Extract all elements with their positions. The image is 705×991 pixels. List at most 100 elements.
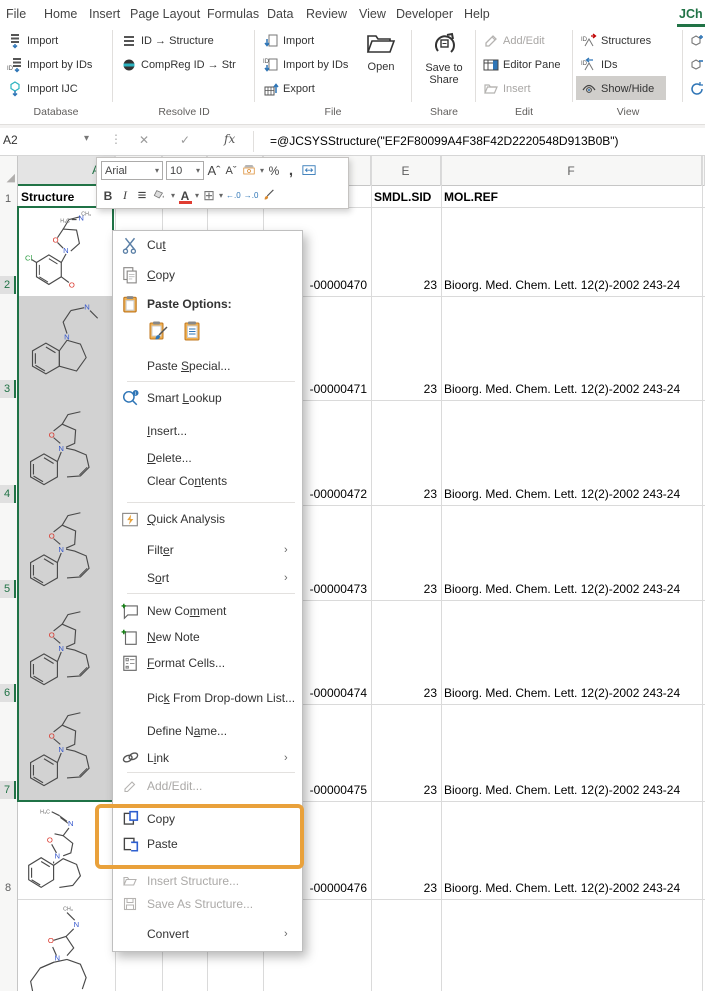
tab-page-layout[interactable]: Page Layout	[130, 4, 200, 24]
row-header-1[interactable]: 1	[0, 190, 16, 208]
menu-item-insert[interactable]: Insert...	[113, 418, 302, 444]
show-hide-button[interactable]: Show/Hide	[580, 79, 654, 99]
accounting-format-button[interactable]	[241, 161, 257, 180]
caret-down-icon[interactable]: ▾	[260, 166, 264, 175]
menu-item-convert[interactable]: Convert›	[113, 921, 302, 947]
menu-item-filter[interactable]: Filter›	[113, 537, 302, 563]
import-by-ids-button[interactable]: IDImport by IDs	[6, 55, 92, 75]
file-import-button[interactable]: Import	[262, 31, 314, 51]
font-name-select[interactable]: Arial▾	[101, 161, 163, 180]
menu-item-define-name[interactable]: Define Name...	[113, 718, 302, 744]
menu-item-link[interactable]: Link›	[113, 745, 302, 771]
structure-image-r6[interactable]: N O	[20, 604, 113, 700]
caret-down-icon[interactable]: ▾	[171, 191, 175, 200]
menu-item-paste-special[interactable]: Paste Special...	[113, 353, 302, 379]
insert-function-icon[interactable]: fx	[224, 132, 235, 146]
column-header-e[interactable]: E	[371, 156, 441, 186]
add-structure-button[interactable]	[688, 31, 705, 51]
menu-item-new-comment[interactable]: New Comment	[113, 598, 302, 624]
tab-formulas[interactable]: Formulas	[207, 4, 259, 24]
font-color-button[interactable]: A	[178, 186, 192, 205]
row-header-6[interactable]: 6	[0, 684, 16, 702]
cell-sid-r8[interactable]: 23	[371, 879, 437, 897]
row-header-5[interactable]: 5	[0, 580, 16, 598]
tab-review[interactable]: Review	[306, 4, 347, 24]
cell-sid-r6[interactable]: 23	[371, 684, 437, 702]
tab-file[interactable]: File	[6, 4, 26, 24]
percent-style-button[interactable]: %	[267, 161, 281, 180]
menu-item-smart-lookup[interactable]: iSmart Lookup	[113, 385, 302, 411]
increase-decimal-button[interactable]: ←.0	[226, 186, 241, 205]
grow-font-button[interactable]: Aˆ	[207, 161, 221, 180]
paste-values-option[interactable]	[181, 319, 205, 343]
menu-item-sort[interactable]: Sort›	[113, 565, 302, 591]
cell-ref-r7[interactable]: Bioorg. Med. Chem. Lett. 12(2)-2002 243-…	[444, 781, 702, 799]
cell-ref-r6[interactable]: Bioorg. Med. Chem. Lett. 12(2)-2002 243-…	[444, 684, 702, 702]
cell-ref-r3[interactable]: Bioorg. Med. Chem. Lett. 12(2)-2002 243-…	[444, 380, 702, 398]
formula-bar-handle-icon[interactable]: ⋮	[110, 132, 122, 146]
row-header-4[interactable]: 4	[0, 485, 16, 503]
menu-item-quick-analysis[interactable]: Quick Analysis	[113, 506, 302, 532]
row-header-2[interactable]: 2	[0, 276, 16, 294]
header-mol-ref[interactable]: MOL.REF	[444, 188, 498, 206]
comma-style-button[interactable]: ,	[284, 161, 298, 180]
ids-button[interactable]: IDIDs	[580, 55, 618, 75]
row-header-3[interactable]: 3	[0, 380, 16, 398]
shrink-font-button[interactable]: Aˇ	[224, 161, 238, 180]
save-to-share-button[interactable]: Save to Share	[416, 31, 472, 86]
align-button[interactable]: ≡	[135, 186, 149, 205]
menu-item-clear-contents[interactable]: Clear Contents	[113, 468, 302, 494]
enter-icon[interactable]: ✓	[180, 133, 190, 147]
header-structure[interactable]: Structure	[21, 188, 74, 206]
name-box[interactable]: A2	[3, 133, 18, 147]
format-painter-button[interactable]	[261, 186, 277, 205]
structure-image-r3[interactable]: N N	[20, 300, 113, 394]
structure-image-r9[interactable]: CH₃ N O N	[20, 903, 113, 991]
caret-down-icon[interactable]: ▾	[219, 191, 223, 200]
export-button[interactable]: Export	[262, 79, 315, 99]
fill-color-button[interactable]	[152, 186, 168, 205]
editor-pane-button[interactable]: Editor Pane	[482, 55, 560, 75]
cell-sid-r3[interactable]: 23	[371, 380, 437, 398]
tab-jchem[interactable]: JCh	[679, 4, 703, 24]
bold-button[interactable]: B	[101, 186, 115, 205]
cancel-icon[interactable]: ✕	[139, 133, 149, 147]
borders-button[interactable]: ⊞	[202, 186, 216, 205]
paste-keep-formatting-option[interactable]	[147, 319, 171, 343]
structures-button[interactable]: IDStructures	[580, 31, 651, 51]
italic-button[interactable]: I	[118, 186, 132, 205]
tab-developer[interactable]: Developer	[396, 4, 453, 24]
cell-ref-r2[interactable]: Bioorg. Med. Chem. Lett. 12(2)-2002 243-…	[444, 276, 702, 294]
tab-view[interactable]: View	[359, 4, 386, 24]
select-all-corner[interactable]: ◢	[0, 156, 18, 186]
file-import-by-ids-button[interactable]: IDImport by IDs	[262, 55, 348, 75]
refresh-button[interactable]	[688, 79, 705, 99]
font-size-select[interactable]: 10▾	[166, 161, 204, 180]
menu-item-copy[interactable]: Copy	[113, 262, 302, 288]
row-header-7[interactable]: 7	[0, 781, 16, 799]
cell-ref-r4[interactable]: Bioorg. Med. Chem. Lett. 12(2)-2002 243-…	[444, 485, 702, 503]
compreg-id-button[interactable]: CompReg ID → Str	[120, 55, 236, 75]
tab-home[interactable]: Home	[44, 4, 77, 24]
structure-image-r5[interactable]: N O	[20, 509, 113, 597]
import-button[interactable]: Import	[6, 31, 58, 51]
id-to-structure-button[interactable]: ID → Structure	[120, 31, 214, 51]
header-smdl-sid[interactable]: SMDL.SID	[374, 188, 431, 206]
cell-sid-r2[interactable]: 23	[371, 276, 437, 294]
tab-insert[interactable]: Insert	[89, 4, 120, 24]
menu-item-pick-from-list[interactable]: Pick From Drop-down List...	[113, 685, 302, 711]
import-ijc-button[interactable]: Import IJC	[6, 79, 78, 99]
merge-center-button[interactable]	[301, 161, 317, 180]
caret-down-icon[interactable]: ▾	[195, 191, 199, 200]
menu-item-cut[interactable]: Cut	[113, 232, 302, 258]
structure-image-r7[interactable]: N O	[20, 708, 113, 798]
decrease-decimal-button[interactable]: →.0	[244, 186, 259, 205]
name-box-caret-icon[interactable]: ▾	[84, 133, 89, 144]
tab-data[interactable]: Data	[267, 4, 293, 24]
remove-structure-button[interactable]	[688, 55, 705, 75]
cell-sid-r5[interactable]: 23	[371, 580, 437, 598]
menu-item-new-note[interactable]: New Note	[113, 624, 302, 650]
structure-image-r4[interactable]: N O	[20, 404, 113, 500]
cell-ref-r8[interactable]: Bioorg. Med. Chem. Lett. 12(2)-2002 243-…	[444, 879, 702, 897]
column-header-f[interactable]: F	[441, 156, 702, 186]
